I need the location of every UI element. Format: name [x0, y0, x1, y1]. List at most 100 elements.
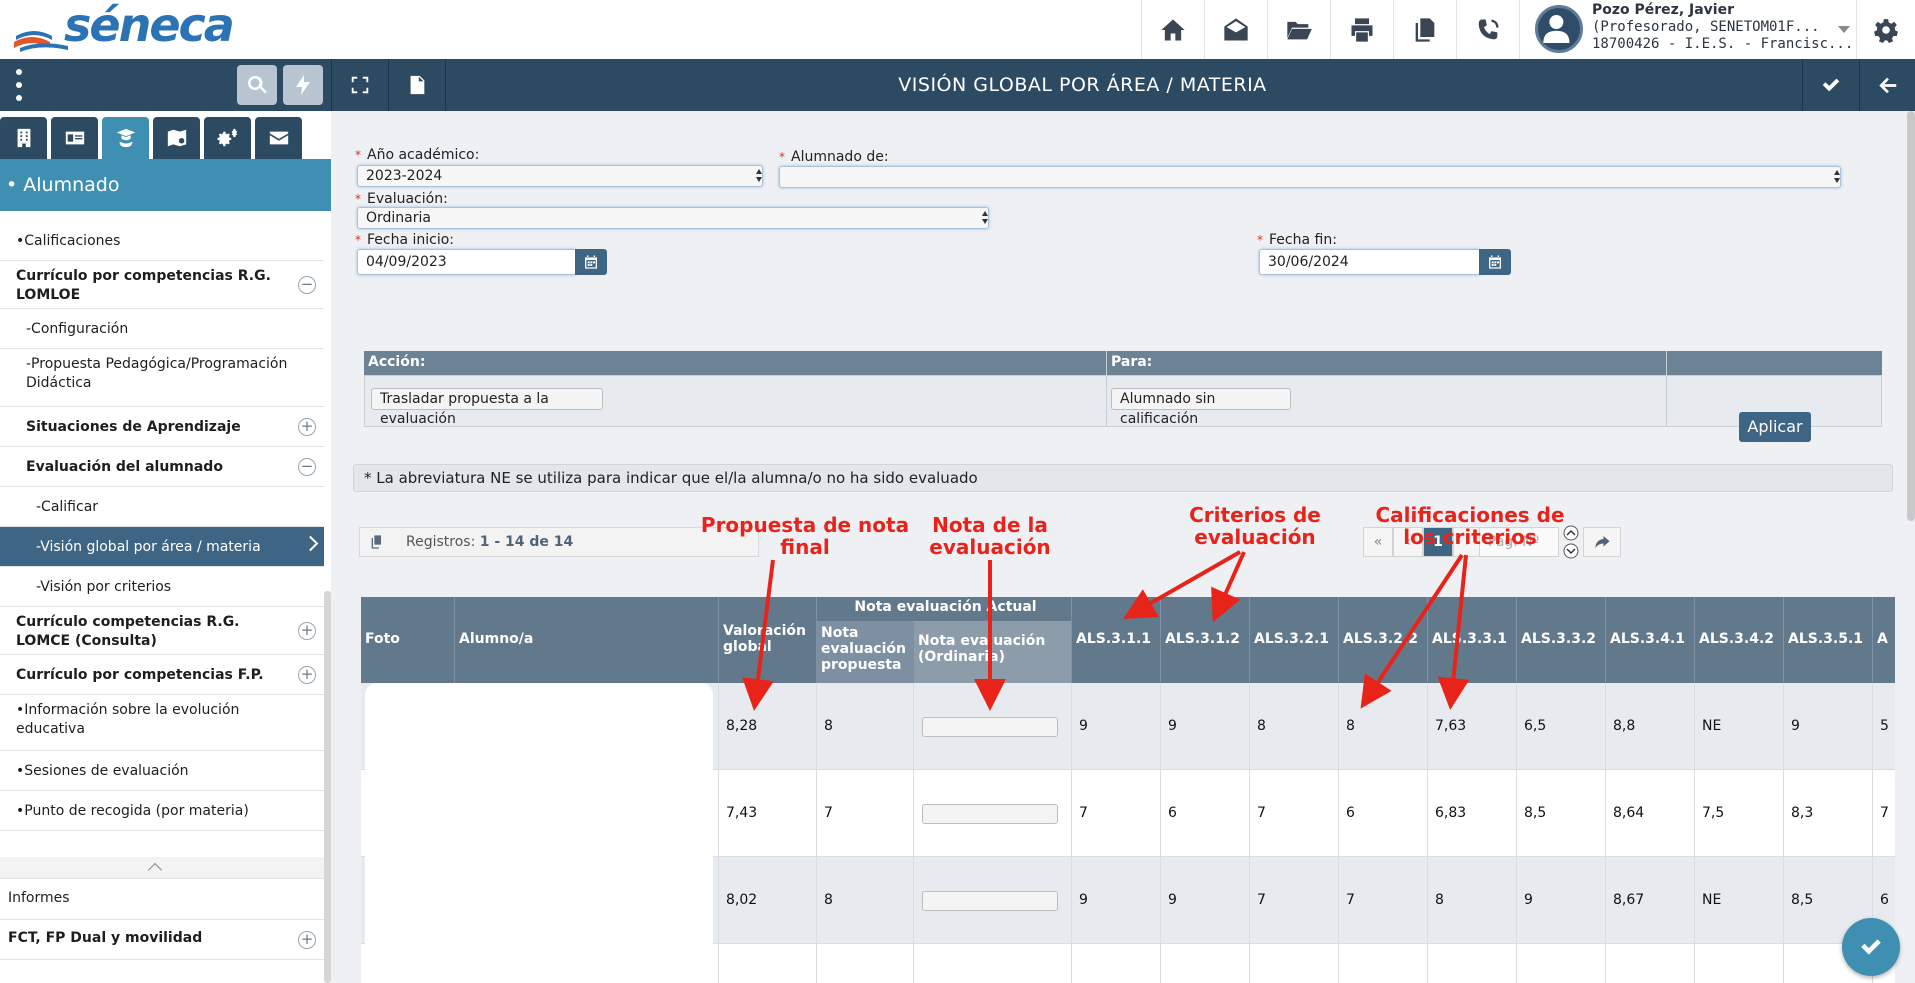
cell-criterio: 9: [1517, 857, 1606, 944]
tab-mensajes[interactable]: [255, 117, 302, 159]
user-icon: [1543, 15, 1570, 43]
nota-ordinaria-select[interactable]: [922, 804, 1058, 824]
sidebar-item[interactable]: FCT, FP Dual y movilidad +: [0, 920, 324, 960]
sidebar-item[interactable]: •Calificaciones: [0, 221, 324, 261]
annotation-criterios: Criterios de evaluación: [1189, 503, 1321, 549]
documents-icon[interactable]: [1393, 0, 1456, 59]
go-page-button[interactable]: [1583, 527, 1621, 557]
cell-nota-ordinaria: [914, 770, 1072, 857]
fecha-inicio-label: * Fecha inicio:: [355, 232, 455, 248]
tab-alumnado[interactable]: [102, 117, 149, 159]
student-photos-area: [365, 683, 713, 983]
cell-valoracion: 7,43: [719, 770, 817, 857]
calendar-icon[interactable]: [1479, 249, 1511, 275]
sidebar-scrollbar[interactable]: [324, 591, 331, 983]
chevron-down-icon[interactable]: [1838, 26, 1850, 33]
printer-icon[interactable]: [1330, 0, 1393, 59]
cell-criterio: 9: [1161, 857, 1250, 944]
kebab-menu-icon[interactable]: [10, 69, 28, 101]
sidebar-item[interactable]: •Punto de recogida (por materia): [0, 791, 324, 831]
cell-valoracion: 8,28: [719, 683, 817, 770]
nota-ordinaria-select[interactable]: [922, 717, 1058, 737]
sidebar-item[interactable]: •Información sobre la evolución educativ…: [0, 695, 324, 751]
sidebar-item-label: Evaluación del alumnado: [26, 459, 223, 475]
user-menu[interactable]: Pozo Pérez, Javier (Profesorado, SENETOM…: [1519, 0, 1855, 59]
sidebar-item[interactable]: -Propuesta Pedagógica/Programación Didác…: [0, 349, 324, 407]
accion-select[interactable]: Trasladar propuesta a la evaluación: [371, 388, 603, 427]
sidebar-item[interactable]: Situaciones de Aprendizaje +: [0, 407, 324, 447]
alumnado-select[interactable]: [779, 166, 1841, 188]
sidebar-menu: •Calificaciones Currículo por competencia…: [0, 221, 324, 831]
col-criterio-label: ALS.3.2.1: [1254, 631, 1330, 647]
sidebar-section-alumnado[interactable]: • Alumnado: [0, 159, 331, 211]
seneca-logo[interactable]: séneca: [12, 0, 235, 56]
cell-nota-ordinaria: [914, 683, 1072, 770]
sidebar-item[interactable]: Currículo por competencias R.G. LOMLOE −: [0, 261, 324, 309]
cell-criterio: 8: [1339, 683, 1428, 770]
sidebar-item[interactable]: Evaluación del alumnado −: [0, 447, 324, 487]
sidebar: • Alumnado •Calificaciones Currículo por …: [0, 111, 331, 983]
home-icon[interactable]: [1141, 0, 1204, 59]
main-scrollbar[interactable]: [1907, 111, 1915, 521]
lightning-icon: [296, 75, 310, 95]
phone-icon[interactable]: [1456, 0, 1519, 59]
cell-criterio: 7: [1873, 770, 1895, 857]
tab-mapa[interactable]: [153, 117, 200, 159]
fecha-fin-input[interactable]: 30/06/2024: [1259, 249, 1481, 275]
sidebar-item[interactable]: -Visión por criterios: [0, 567, 324, 607]
nota-ordinaria-select[interactable]: [922, 891, 1058, 911]
sidebar-item[interactable]: Informes: [0, 880, 324, 920]
cell-nota-propuesta: 8: [817, 857, 914, 944]
fecha-inicio-input[interactable]: 04/09/2023: [357, 249, 577, 275]
expand-icon[interactable]: +: [298, 931, 316, 949]
sidebar-item-label: -Calificar: [36, 499, 99, 515]
col-criterio-label: ALS.3.5.1: [1788, 631, 1864, 647]
tab-utilidades[interactable]: [204, 117, 251, 159]
col-criterio: ALS.3.1.1: [1072, 597, 1161, 683]
para-header: Para:: [1111, 354, 1153, 370]
evaluacion-label: * Evaluación:: [355, 191, 448, 207]
cell-criterio: 7,63: [1428, 683, 1517, 770]
folder-icon[interactable]: [1267, 0, 1330, 59]
sidebar-item[interactable]: •Sesiones de evaluación: [0, 751, 324, 791]
aplicar-button[interactable]: Aplicar: [1739, 412, 1811, 442]
anio-select[interactable]: 2023-2024: [357, 165, 763, 187]
back-arrow-icon[interactable]: [1859, 59, 1915, 111]
gears-icon: [216, 128, 237, 147]
cell-criterio: 8: [1428, 857, 1517, 944]
collapse-icon[interactable]: −: [298, 276, 316, 294]
expand-icon[interactable]: +: [298, 418, 316, 436]
evaluacion-select[interactable]: Ordinaria: [357, 207, 989, 229]
copy-icon[interactable]: [369, 534, 385, 550]
tab-centro[interactable]: [0, 117, 47, 159]
collapse-icon[interactable]: −: [298, 458, 316, 476]
confirm-fab-button[interactable]: [1842, 918, 1900, 976]
sidebar-item[interactable]: -Calificar: [0, 487, 324, 527]
cell-nota-propuesta: 7: [817, 770, 914, 857]
col-criterio-label: ALS.3.2.2: [1343, 631, 1419, 647]
para-select[interactable]: Alumnado sin calificación: [1111, 388, 1291, 427]
col-criterio: ALS.3.2.1: [1250, 597, 1339, 683]
grades-panel: Registros: 1 - 14 de 14 « ‹ 1 › » Pág. N…: [349, 511, 1895, 983]
expand-icon[interactable]: +: [298, 622, 316, 640]
chevron-up-icon: [147, 862, 163, 878]
search-button[interactable]: [237, 65, 277, 105]
check-icon[interactable]: [1802, 59, 1859, 111]
col-criterio-label: ALS.3.1.2: [1165, 631, 1241, 647]
calendar-icon[interactable]: [575, 249, 607, 275]
sidebar-tabs: [0, 111, 331, 159]
sidebar-item[interactable]: Currículo por competencias F.P. +: [0, 655, 324, 695]
expand-icon[interactable]: +: [298, 666, 316, 684]
main-content: * Año académico: 2023-2024 * Alumnado de: …: [331, 111, 1915, 983]
col-alumno: Alumno/a: [455, 597, 719, 683]
tab-personal[interactable]: [51, 117, 98, 159]
quick-access-button[interactable]: [283, 65, 323, 105]
mail-open-icon[interactable]: [1204, 0, 1267, 59]
gear-icon[interactable]: [1856, 0, 1915, 59]
sidebar-item[interactable]: Currículo competencias R.G. LOMCE (Consu…: [0, 607, 324, 655]
sidebar-collapse-button[interactable]: [0, 857, 324, 879]
col-valoracion: Valoración global: [719, 597, 817, 683]
sidebar-item[interactable]: -Visión global por área / materia: [0, 527, 324, 567]
sidebar-item[interactable]: -Configuración: [0, 309, 324, 349]
share-arrow-icon: [1595, 536, 1610, 548]
